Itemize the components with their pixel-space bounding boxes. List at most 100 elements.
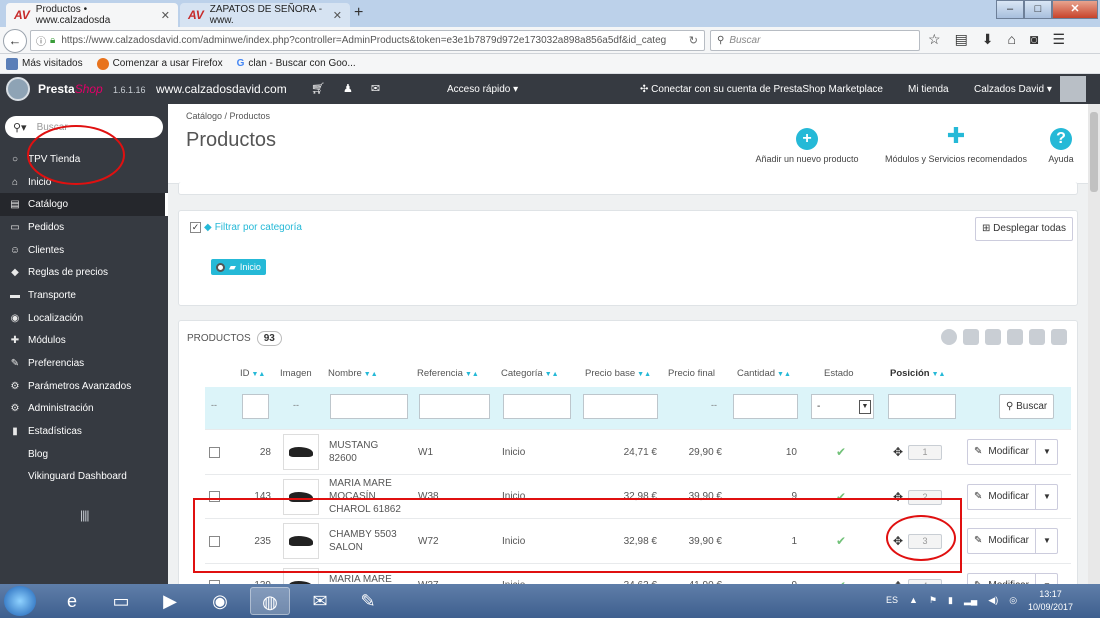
start-button[interactable] [4, 586, 36, 616]
add-product-button[interactable]: + Añadir un nuevo producto [748, 124, 866, 164]
pocket-icon[interactable]: ◙ [1030, 31, 1038, 48]
filter-position-input[interactable] [888, 394, 956, 419]
cloud-import-icon[interactable] [985, 329, 1001, 345]
user-icon[interactable]: ♟ [343, 82, 353, 95]
caret-down-icon[interactable]: ▼ [1034, 529, 1051, 553]
filter-base-price-input[interactable] [583, 394, 658, 419]
my-shop-link[interactable]: Mi tienda [908, 84, 949, 95]
breadcrumb[interactable]: Catálogo / Productos [186, 111, 270, 121]
filter-name-input[interactable] [330, 394, 408, 419]
edit-button[interactable]: ✎Modificar▼ [967, 483, 1058, 510]
browser-search-input[interactable]: ⚲ Buscar [710, 30, 920, 51]
column-header-posici-n[interactable]: Posición ▼▲ [890, 368, 945, 379]
recommended-modules-button[interactable]: ✚ Módulos y Servicios recomendados [875, 124, 1037, 165]
sidebar-item-par-metros-avanzados[interactable]: ⚙ Parámetros Avanzados [0, 375, 168, 398]
prestashop-logo-icon[interactable] [6, 77, 30, 101]
sql-query-icon[interactable] [1029, 329, 1045, 345]
bookmark-google[interactable]: G clan - Buscar con Goo... [237, 58, 356, 69]
column-header-id[interactable]: ID ▼▲ [240, 368, 265, 379]
sidebar-item-blog[interactable]: Blog [0, 443, 168, 466]
sidebar-item-cat-logo[interactable]: ▤ Catálogo [0, 193, 168, 217]
add-new-icon[interactable] [941, 329, 957, 345]
minimize-icon[interactable]: – [996, 0, 1024, 19]
scrollbar-thumb[interactable] [1090, 112, 1098, 192]
sort-arrows-icon[interactable]: ▼▲ [465, 371, 479, 378]
sort-arrows-icon[interactable]: ▼▲ [637, 371, 651, 378]
bookmark-most-visited[interactable]: Más visitados [6, 57, 83, 70]
explorer-folder-icon[interactable]: ▭ [101, 587, 141, 615]
product-thumbnail[interactable] [283, 434, 319, 470]
chrome-icon[interactable]: ◉ [200, 587, 240, 615]
volume-icon[interactable]: ◀) [988, 595, 998, 606]
hamburger-menu-icon[interactable]: ☰ [1052, 31, 1065, 48]
new-tab-icon[interactable]: + [354, 4, 363, 22]
maximize-icon[interactable]: □ [1024, 0, 1052, 19]
network-icon[interactable]: ▂▄ [964, 595, 977, 606]
home-icon[interactable]: ⌂ [1008, 31, 1016, 48]
clock[interactable]: 13:17 10/09/2017 [1028, 588, 1073, 614]
edit-button[interactable]: ✎Modificar▼ [967, 439, 1058, 465]
browser-tab-productos[interactable]: AV Productos • www.calzadosda ✕ [6, 3, 178, 27]
avatar[interactable] [1060, 76, 1086, 102]
media-player-icon[interactable]: ▶ [150, 587, 190, 615]
envelope-icon[interactable]: ✉ [371, 82, 380, 95]
sidebar-item-transporte[interactable]: ▬ Transporte [0, 284, 168, 307]
sidebar-item-administraci-n[interactable]: ⚙ Administración [0, 398, 168, 421]
sort-arrows-icon[interactable]: ▼▲ [545, 371, 559, 378]
url-bar[interactable]: ⓘ 🔒︎ https://www.calzadosdavid.com/admin… [30, 30, 705, 51]
category-tree-node-inicio[interactable]: ▰ Inicio [211, 259, 266, 275]
sort-arrows-icon[interactable]: ▼▲ [932, 371, 946, 378]
checkbox-checked-icon[interactable]: ✓ [190, 222, 201, 233]
collapse-sidebar-icon[interactable]: |||| [80, 508, 90, 522]
firefox-taskbar-icon[interactable]: ◍ [250, 587, 290, 615]
sidebar-item-preferencias[interactable]: ✎ Preferencias [0, 352, 168, 375]
caret-down-icon[interactable]: ▼ [1034, 440, 1051, 464]
filter-category-input[interactable] [503, 394, 571, 419]
column-header-categor-a[interactable]: Categoría ▼▲ [501, 368, 559, 379]
page-scrollbar[interactable] [1088, 104, 1100, 584]
sidebar-item-pedidos[interactable]: ▭ Pedidos [0, 216, 168, 239]
flag-icon[interactable]: ⚑ [929, 595, 937, 606]
edit-button[interactable]: ✎Modificar▼ [967, 528, 1058, 554]
row-checkbox[interactable] [209, 446, 220, 458]
filter-quantity-input[interactable] [733, 394, 798, 419]
sidebar-item-reglas-de-precios[interactable]: ◆ Reglas de precios [0, 261, 168, 284]
sidebar-item-vikinguard-dashboard[interactable]: Vikinguard Dashboard [0, 466, 168, 489]
product-name[interactable]: MUSTANG 82600 [329, 430, 414, 474]
quick-access-menu[interactable]: Acceso rápido ▾ [447, 84, 518, 95]
info-icon[interactable]: ⓘ [36, 33, 46, 48]
back-arrow-icon[interactable]: ← [3, 29, 27, 53]
column-header-cantidad[interactable]: Cantidad ▼▲ [737, 368, 791, 379]
browser-tab-zapatos[interactable]: AV ZAPATOS DE SEÑORA - www. ✕ [180, 3, 350, 27]
status-enabled-check-icon[interactable]: ✔ [836, 445, 846, 459]
bookmark-star-icon[interactable]: ☆ [928, 31, 941, 48]
radio-selected-icon[interactable] [216, 262, 225, 272]
sidebar-item-localizaci-n[interactable]: ◉ Localización [0, 307, 168, 330]
bookmark-firefox[interactable]: Comenzar a usar Firefox [96, 57, 223, 70]
sort-arrows-icon[interactable]: ▼▲ [777, 371, 791, 378]
search-button[interactable]: ⚲ Buscar [999, 394, 1055, 419]
ie-icon[interactable]: e [52, 587, 92, 615]
reload-icon[interactable]: ↻ [689, 34, 698, 47]
sort-arrows-icon[interactable]: ▼▲ [252, 371, 266, 378]
close-window-icon[interactable]: ✕ [1052, 0, 1098, 19]
close-icon[interactable]: ✕ [161, 9, 170, 22]
update-icon[interactable]: ◎ [1009, 595, 1017, 606]
caret-down-icon[interactable]: ▼ [1034, 484, 1051, 509]
caret-down-icon[interactable]: ▼ [1034, 573, 1051, 584]
edit-button[interactable]: ✎Modificar▼ [967, 572, 1058, 584]
download-icon[interactable]: ⬇ [982, 31, 994, 48]
database-icon[interactable] [1051, 329, 1067, 345]
user-menu[interactable]: Calzados David ▾ [974, 84, 1052, 95]
tray-up-icon[interactable]: ▲ [909, 595, 918, 606]
language-indicator[interactable]: ES [886, 595, 898, 606]
reading-list-icon[interactable]: ▤ [955, 31, 968, 48]
refresh-icon[interactable] [1007, 329, 1023, 345]
column-header-nombre[interactable]: Nombre ▼▲ [328, 368, 378, 379]
sidebar-item-clientes[interactable]: ☺ Clientes [0, 239, 168, 262]
site-link[interactable]: www.calzadosdavid.com [156, 82, 287, 96]
export-icon[interactable] [963, 329, 979, 345]
close-icon[interactable]: ✕ [333, 9, 342, 22]
filter-id-input[interactable] [242, 394, 269, 419]
category-filter-toggle[interactable]: ✓ ◆ Filtrar por categoría [190, 222, 302, 233]
